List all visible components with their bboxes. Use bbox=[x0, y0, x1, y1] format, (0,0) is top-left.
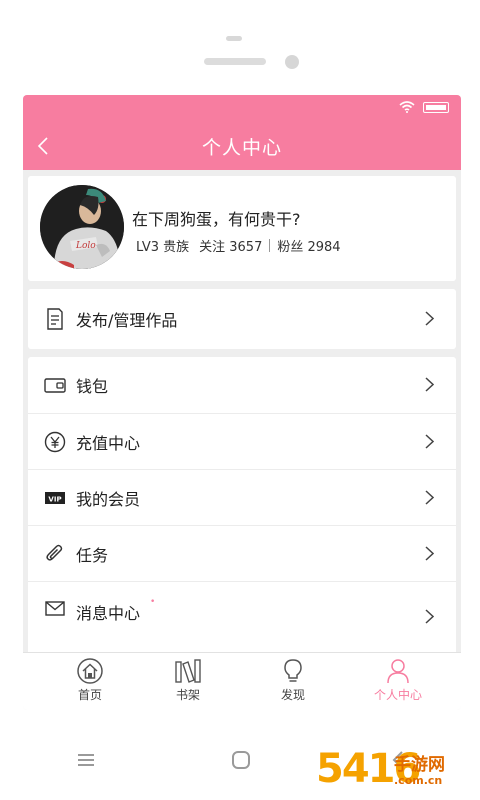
user-level: LV3 贵族 bbox=[136, 240, 190, 255]
menu-card: 钱包 充值中心 VIP 我的会员 任务 消息中心 • bbox=[28, 357, 456, 657]
menu-item-label: 消息中心 bbox=[76, 604, 141, 623]
user-name: 在下周狗蛋，有何贵干? bbox=[132, 210, 301, 229]
site-watermark: 5416 手游网 .com.cn bbox=[316, 746, 476, 794]
following-count[interactable]: 关注 3657 bbox=[199, 236, 262, 255]
chevron-right-icon bbox=[422, 310, 436, 328]
page-title: 个人中心 bbox=[201, 136, 282, 159]
avatar[interactable]: Lolo bbox=[40, 185, 124, 269]
tab-profile[interactable]: 个人中心 bbox=[353, 657, 443, 707]
home-icon bbox=[76, 657, 104, 685]
menu-item-membership[interactable]: VIP 我的会员 bbox=[28, 470, 456, 525]
phone-frame: 个人中心 Lolo 在下周狗蛋，有何贵干? LV3 贵族 关注 3657 粉丝 … bbox=[0, 0, 480, 800]
works-card: 发布/管理作品 bbox=[28, 289, 456, 349]
menu-item-tasks[interactable]: 任务 bbox=[28, 526, 456, 581]
menu-item-label: 钱包 bbox=[76, 376, 109, 396]
menu-item-label: 我的会员 bbox=[76, 489, 141, 509]
yen-coin-icon bbox=[44, 431, 66, 453]
battery-icon bbox=[423, 101, 449, 113]
front-sensor bbox=[226, 36, 242, 41]
menu-item-label: 充值中心 bbox=[76, 433, 141, 453]
unread-dot: • bbox=[150, 597, 156, 607]
tab-label: 发现 bbox=[280, 688, 305, 702]
vip-icon: VIP bbox=[44, 487, 66, 509]
svg-text:Lolo: Lolo bbox=[75, 241, 96, 251]
profile-card[interactable]: Lolo 在下周狗蛋，有何贵干? LV3 贵族 关注 3657 粉丝 2984 bbox=[28, 176, 456, 281]
chevron-left-icon[interactable] bbox=[29, 132, 57, 160]
tab-home[interactable]: 首页 bbox=[45, 657, 135, 707]
menu-icon[interactable] bbox=[74, 748, 98, 772]
followers-count[interactable]: 粉丝 2984 bbox=[277, 236, 340, 255]
user-stats: LV3 贵族 关注 3657 粉丝 2984 bbox=[136, 236, 341, 255]
home-circle-icon[interactable] bbox=[229, 748, 253, 772]
divider bbox=[28, 581, 456, 582]
menu-item-recharge[interactable]: 充值中心 bbox=[28, 414, 456, 469]
chevron-right-icon bbox=[422, 489, 436, 507]
tab-label: 首页 bbox=[77, 688, 102, 702]
chevron-right-icon bbox=[422, 545, 436, 563]
header-bar: 个人中心 bbox=[23, 95, 461, 170]
publish-works-row[interactable]: 发布/管理作品 bbox=[28, 291, 456, 346]
menu-item-messages[interactable]: 消息中心 • bbox=[28, 583, 456, 643]
menu-item-wallet[interactable]: 钱包 bbox=[28, 357, 456, 412]
stats-divider bbox=[269, 239, 271, 252]
nav-bar: 个人中心 bbox=[23, 126, 461, 166]
tab-discover[interactable]: 发现 bbox=[248, 657, 338, 707]
svg-text:VIP: VIP bbox=[48, 495, 61, 503]
mail-icon bbox=[44, 597, 66, 619]
tab-bookshelf[interactable]: 书架 bbox=[143, 657, 233, 707]
watermark-url: .com.cn bbox=[394, 774, 443, 787]
wifi-icon bbox=[399, 101, 415, 113]
publish-works-label: 发布/管理作品 bbox=[76, 310, 178, 330]
chevron-right-icon bbox=[422, 607, 436, 625]
tab-label: 个人中心 bbox=[373, 688, 422, 702]
status-bar bbox=[399, 100, 449, 114]
document-icon bbox=[44, 307, 66, 330]
bottom-tab-bar: 首页 书架 发现 个人中心 bbox=[23, 652, 461, 710]
chevron-right-icon bbox=[422, 433, 436, 451]
tab-label: 书架 bbox=[175, 688, 200, 702]
lightbulb-icon bbox=[279, 657, 307, 685]
watermark-text: 手游网 bbox=[394, 755, 445, 775]
wallet-icon bbox=[44, 374, 66, 396]
chevron-right-icon bbox=[422, 376, 436, 394]
menu-item-label: 任务 bbox=[76, 545, 109, 565]
person-icon bbox=[384, 657, 412, 685]
paperclip-icon bbox=[44, 543, 66, 565]
bookshelf-icon bbox=[174, 657, 202, 685]
earpiece bbox=[204, 58, 266, 65]
app-screen: 个人中心 Lolo 在下周狗蛋，有何贵干? LV3 贵族 关注 3657 粉丝 … bbox=[23, 95, 461, 710]
front-camera bbox=[285, 55, 299, 69]
